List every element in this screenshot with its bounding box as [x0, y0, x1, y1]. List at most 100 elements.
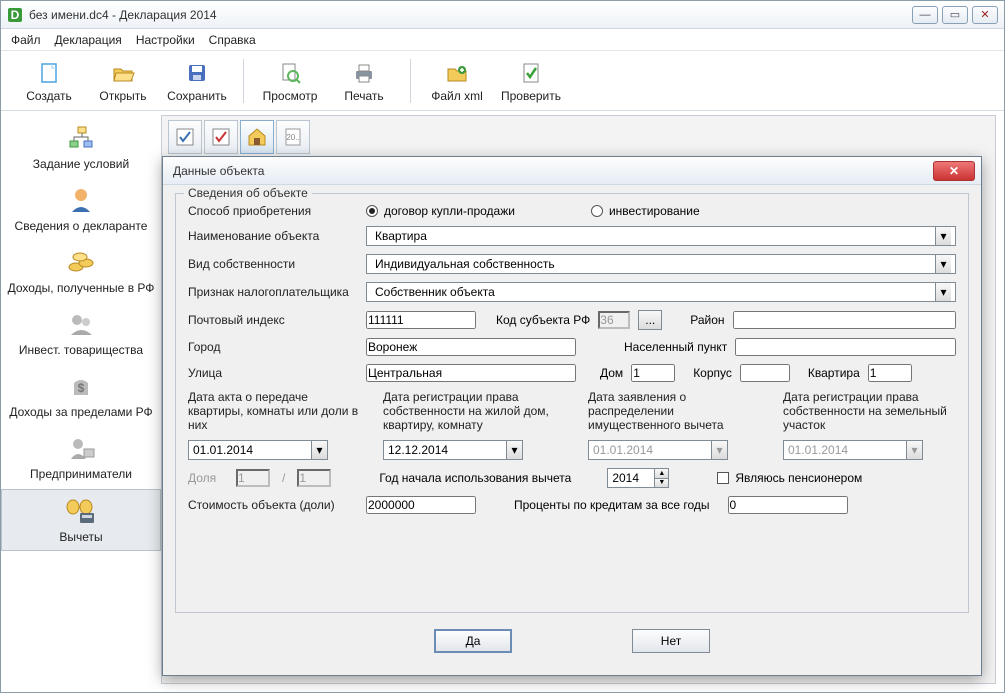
label-taxpayer: Признак налогоплательщика — [188, 285, 358, 299]
sidebar-item-abroad[interactable]: $ Доходы за пределами РФ — [1, 365, 161, 425]
partner-icon — [63, 309, 99, 339]
date-reg-flat[interactable]: 12.12.2014▾ — [383, 440, 523, 460]
label-interest: Проценты по кредитам за все годы — [514, 498, 710, 512]
chevron-down-icon[interactable]: ▾ — [906, 441, 922, 459]
toolbar-preview[interactable]: Просмотр — [256, 59, 324, 103]
button-region-lookup[interactable]: ... — [638, 310, 662, 330]
tab-losses[interactable]: 20.. — [276, 120, 310, 154]
label-postcode: Почтовый индекс — [188, 313, 358, 327]
menu-file[interactable]: Файл — [11, 33, 41, 47]
tab-social[interactable] — [204, 120, 238, 154]
toolbar-sep — [243, 59, 244, 103]
tab-standard[interactable] — [168, 120, 202, 154]
date-act[interactable]: 01.01.2014▾ — [188, 440, 328, 460]
sidebar-item-invest[interactable]: Инвест. товарищества — [1, 303, 161, 363]
tab-property[interactable] — [240, 120, 274, 154]
input-district[interactable] — [733, 311, 956, 329]
toolbar-save[interactable]: Сохранить — [163, 59, 231, 103]
combo-object-name[interactable]: Квартира ▾ — [366, 226, 956, 246]
check-icon — [517, 59, 545, 87]
input-cost[interactable] — [366, 496, 476, 514]
label-settlement: Населенный пункт — [624, 340, 727, 354]
checkbox-pensioner[interactable]: Являюсь пенсионером — [717, 471, 862, 485]
spinner-year-start[interactable]: 2014 ▲▼ — [607, 468, 669, 488]
chevron-down-icon[interactable]: ▾ — [311, 441, 327, 459]
entrepreneur-icon — [63, 433, 99, 463]
sidebar-item-deductions[interactable]: Вычеты — [1, 489, 161, 551]
toolbar-xml[interactable]: Файл xml — [423, 59, 491, 103]
input-house[interactable] — [631, 364, 675, 382]
label-acquisition: Способ приобретения — [188, 204, 358, 218]
label-block: Корпус — [693, 366, 732, 380]
toolbar-sep — [410, 59, 411, 103]
dialog-close-button[interactable]: ✕ — [933, 161, 975, 181]
input-street[interactable] — [366, 364, 576, 382]
input-block[interactable] — [740, 364, 790, 382]
chevron-down-icon[interactable]: ▾ — [935, 283, 951, 301]
date-reg-land[interactable]: 01.01.2014▾ — [783, 440, 923, 460]
minimize-button[interactable]: — — [912, 6, 938, 24]
folder-open-icon — [109, 59, 137, 87]
spin-down-icon[interactable]: ▼ — [655, 479, 668, 488]
group-title: Сведения об объекте — [184, 186, 312, 200]
radio-purchase[interactable]: договор купли-продажи — [366, 204, 515, 218]
window-controls: — ▭ ✕ — [912, 6, 998, 24]
input-city[interactable] — [366, 338, 576, 356]
input-settlement[interactable] — [735, 338, 956, 356]
input-region-code — [598, 311, 630, 329]
label-date-act: Дата акта о передаче квартиры, комнаты и… — [188, 390, 363, 434]
xml-icon — [443, 59, 471, 87]
combo-ownership[interactable]: Индивидуальная собственность ▾ — [366, 254, 956, 274]
dialog-title: Данные объекта — [169, 164, 933, 178]
dialog-object-data: Данные объекта ✕ Сведения об объекте Спо… — [162, 156, 982, 676]
dialog-titlebar: Данные объекта ✕ — [163, 157, 981, 185]
menu-settings[interactable]: Настройки — [136, 33, 195, 47]
label-date-decl: Дата заявления о распределении имуществе… — [588, 390, 763, 434]
preview-icon — [276, 59, 304, 87]
toolbar-open[interactable]: Открыть — [89, 59, 157, 103]
chevron-down-icon[interactable]: ▾ — [711, 441, 727, 459]
date-decl[interactable]: 01.01.2014▾ — [588, 440, 728, 460]
chevron-down-icon[interactable]: ▾ — [506, 441, 522, 459]
close-button[interactable]: ✕ — [972, 6, 998, 24]
input-apartment[interactable] — [868, 364, 912, 382]
menu-declaration[interactable]: Декларация — [55, 33, 122, 47]
label-apartment: Квартира — [808, 366, 860, 380]
user-icon — [63, 185, 99, 215]
label-city: Город — [188, 340, 358, 354]
spin-up-icon[interactable]: ▲ — [655, 469, 668, 479]
sidebar-item-conditions[interactable]: Задание условий — [1, 117, 161, 177]
maximize-button[interactable]: ▭ — [942, 6, 968, 24]
label-cost: Стоимость объекта (доли) — [188, 498, 358, 512]
toolbar-check[interactable]: Проверить — [497, 59, 565, 103]
label-house: Дом — [600, 366, 623, 380]
cancel-button[interactable]: Нет — [632, 629, 710, 653]
chevron-down-icon[interactable]: ▾ — [935, 227, 951, 245]
sidebar-item-income[interactable]: Доходы, полученные в РФ — [1, 241, 161, 301]
input-postcode[interactable] — [366, 311, 476, 329]
label-district: Район — [690, 313, 724, 327]
label-date-reg-flat: Дата регистрации права собственности на … — [383, 390, 568, 434]
label-ownership: Вид собственности — [188, 257, 358, 271]
label-region-code: Код субъекта РФ — [496, 313, 590, 327]
toolbar-print[interactable]: Печать — [330, 59, 398, 103]
menu-help[interactable]: Справка — [209, 33, 256, 47]
radio-invest[interactable]: инвестирование — [591, 204, 700, 218]
subtoolbar: 20.. — [168, 120, 310, 154]
toolbar-create[interactable]: Создать — [15, 59, 83, 103]
sidebar-item-declarant[interactable]: Сведения о декларанте — [1, 179, 161, 239]
deductions-icon — [63, 496, 99, 526]
printer-icon — [350, 59, 378, 87]
toolbar: Создать Открыть Сохранить Просмотр Печат… — [1, 51, 1004, 111]
ok-button[interactable]: Да — [434, 629, 512, 653]
label-share: Доля — [188, 471, 228, 485]
combo-taxpayer[interactable]: Собственник объекта ▾ — [366, 282, 956, 302]
sidebar-item-entrepreneur[interactable]: Предприниматели — [1, 427, 161, 487]
input-interest[interactable] — [728, 496, 848, 514]
titlebar: D без имени.dc4 - Декларация 2014 — ▭ ✕ — [1, 1, 1004, 29]
sidebar: Задание условий Сведения о декларанте До… — [1, 111, 161, 692]
svg-text:D: D — [11, 8, 20, 22]
chevron-down-icon[interactable]: ▾ — [935, 255, 951, 273]
tree-icon — [63, 123, 99, 153]
input-share-den — [297, 469, 331, 487]
